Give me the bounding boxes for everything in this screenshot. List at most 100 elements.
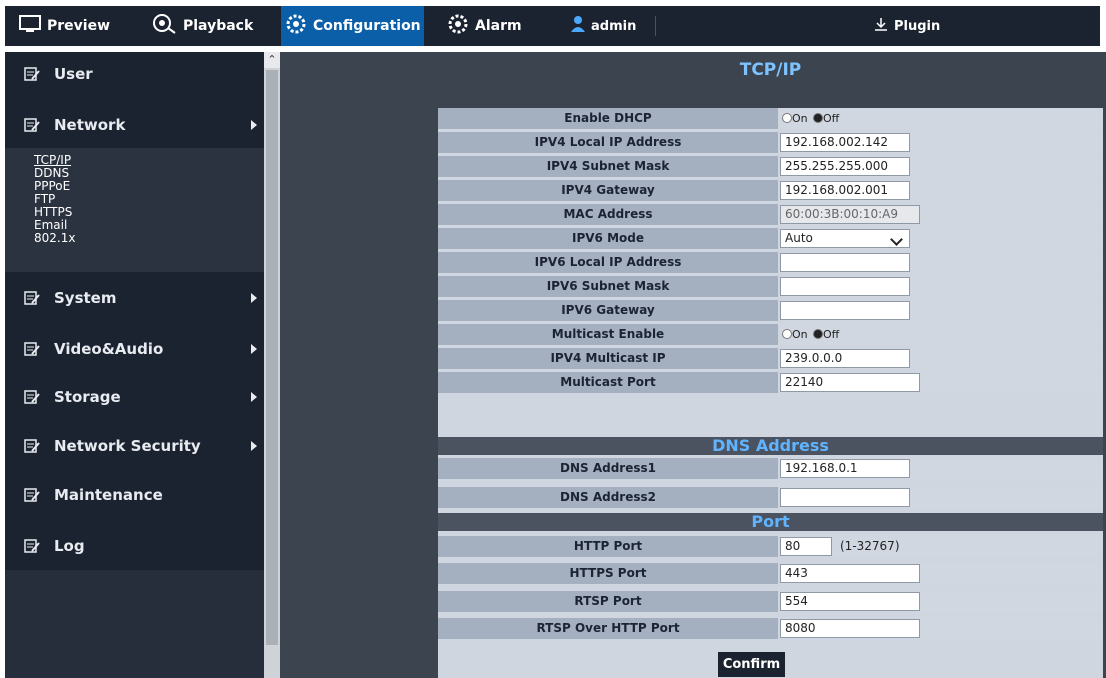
multicast-off-label: Off [823, 328, 840, 341]
row-rtsp-port: RTSP Port 554 [438, 591, 1103, 612]
submenu-ftp[interactable]: FTP [34, 193, 55, 205]
network-submenu: TCP/IP DDNS PPPoE FTP HTTPS Email 802.1x [5, 148, 264, 272]
submenu-ddns[interactable]: DDNS [34, 167, 69, 179]
download-icon [874, 17, 888, 35]
tab-alarm[interactable]: Alarm [447, 6, 547, 46]
edit-icon [24, 438, 40, 454]
ipv6-local-ip-label: IPV6 Local IP Address [438, 252, 778, 273]
sidebar-item-network-security[interactable]: Network Security [5, 431, 264, 461]
ipv6-mode-select[interactable]: Auto [780, 229, 910, 248]
multicast-on-label: On [792, 328, 808, 341]
ipv6-subnet-input[interactable] [780, 277, 910, 296]
dns1-input[interactable]: 192.168.0.1 [780, 459, 910, 478]
row-ipv6-mode: IPV6 Mode Auto [438, 228, 1103, 249]
dns2-label: DNS Address2 [438, 487, 778, 508]
ipv4-local-ip-value: 192.168.002.142 [780, 132, 1103, 153]
sidebar-item-videoaudio-label: Video&Audio [54, 340, 164, 358]
ipv4-local-ip-label: IPV4 Local IP Address [438, 132, 778, 153]
sidebar-item-system-label: System [54, 289, 117, 307]
dns-section-header: DNS Address [438, 437, 1103, 455]
nav-divider [655, 16, 656, 36]
row-ipv4-subnet: IPV4 Subnet Mask 255.255.255.000 [438, 156, 1103, 177]
submenu-https[interactable]: HTTPS [34, 206, 72, 218]
ipv6-local-ip-input[interactable] [780, 253, 910, 272]
port-section-header: Port [438, 513, 1103, 531]
chevron-right-icon [251, 441, 257, 451]
tcpip-form: Enable DHCP On Off IPV4 Local IP Address… [438, 108, 1103, 678]
submenu-tcpip[interactable]: TCP/IP [34, 154, 71, 166]
multicast-port-label: Multicast Port [438, 372, 778, 393]
https-port-input[interactable]: 443 [780, 564, 920, 583]
row-ipv6-subnet: IPV6 Subnet Mask [438, 276, 1103, 297]
sidebar-item-network[interactable]: Network [5, 110, 264, 140]
mac-address-label: MAC Address [438, 204, 778, 225]
sidebar-scrollbar[interactable]: ⌃ [264, 52, 280, 678]
sidebar-item-log[interactable]: Log [5, 531, 264, 561]
enable-dhcp-label: Enable DHCP [438, 108, 778, 129]
scroll-up-icon[interactable]: ⌃ [264, 52, 280, 68]
rtsp-http-port-value: 8080 [780, 618, 1103, 639]
row-ipv6-gateway: IPV6 Gateway [438, 300, 1103, 321]
sidebar-item-storage[interactable]: Storage [5, 382, 264, 412]
row-mac-address: MAC Address 60:00:3B:00:10:A9 [438, 204, 1103, 225]
rtsp-port-input[interactable]: 554 [780, 592, 920, 611]
https-port-label: HTTPS Port [438, 563, 778, 584]
row-https-port: HTTPS Port 443 [438, 563, 1103, 584]
row-enable-dhcp: Enable DHCP On Off [438, 108, 1103, 129]
submenu-email[interactable]: Email [34, 219, 67, 231]
row-dns1: DNS Address1 192.168.0.1 [438, 458, 1103, 479]
multicast-enable-value: On Off [780, 324, 1103, 345]
tab-playback-label: Playback [183, 18, 254, 34]
sidebar-item-maintenance[interactable]: Maintenance [5, 480, 264, 510]
ipv6-local-ip-value [780, 252, 1103, 273]
multicast-port-input[interactable]: 22140 [780, 373, 920, 392]
submenu-pppoe[interactable]: PPPoE [34, 180, 70, 192]
row-ipv4-local-ip: IPV4 Local IP Address 192.168.002.142 [438, 132, 1103, 153]
username-label: admin [591, 18, 637, 34]
rtsp-port-label: RTSP Port [438, 591, 778, 612]
rtsp-http-port-input[interactable]: 8080 [780, 619, 920, 638]
edit-icon [24, 117, 40, 133]
ipv6-mode-selected: Auto [785, 231, 813, 245]
dns2-input[interactable] [780, 488, 910, 507]
chevron-down-icon [890, 233, 903, 246]
ipv4-local-ip-input[interactable]: 192.168.002.142 [780, 133, 910, 152]
enable-dhcp-value: On Off [780, 108, 1103, 129]
confirm-button[interactable]: Confirm [718, 652, 785, 677]
plugin-download[interactable]: Plugin [874, 6, 964, 46]
ipv6-gateway-value [780, 300, 1103, 321]
sidebar-item-storage-label: Storage [54, 388, 121, 406]
dhcp-off-radio[interactable] [813, 113, 823, 123]
http-port-range-hint: (1-32767) [840, 539, 900, 553]
ipv6-gateway-input[interactable] [780, 301, 910, 320]
tab-configuration-label: Configuration [313, 18, 421, 34]
submenu-8021x[interactable]: 802.1x [34, 232, 75, 244]
sidebar-item-system[interactable]: System [5, 283, 264, 313]
row-ipv4-multicast-ip: IPV4 Multicast IP 239.0.0.0 [438, 348, 1103, 369]
ipv4-multicast-ip-input[interactable]: 239.0.0.0 [780, 349, 910, 368]
tab-configuration[interactable]: Configuration [281, 6, 424, 46]
gear-icon [285, 13, 307, 39]
plugin-label: Plugin [894, 18, 941, 34]
edit-icon [24, 389, 40, 405]
sidebar-item-videoaudio[interactable]: Video&Audio [5, 334, 264, 364]
scrollbar-thumb[interactable] [266, 70, 278, 645]
tab-playback[interactable]: Playback [153, 6, 281, 46]
multicast-enable-label: Multicast Enable [438, 324, 778, 345]
main-nav: Preview Playback Configuration Alarm adm… [5, 6, 1100, 46]
ipv6-mode-label: IPV6 Mode [438, 228, 778, 249]
multicast-off-radio[interactable] [813, 329, 823, 339]
multicast-on-radio[interactable] [782, 329, 792, 339]
tab-preview[interactable]: Preview [19, 6, 139, 46]
sidebar-item-user[interactable]: User [5, 59, 264, 89]
chevron-right-icon [251, 293, 257, 303]
dhcp-on-radio[interactable] [782, 113, 792, 123]
user-menu[interactable]: admin [571, 6, 651, 46]
http-port-input[interactable]: 80 [780, 537, 832, 556]
ipv4-subnet-input[interactable]: 255.255.255.000 [780, 157, 910, 176]
ipv6-mode-value: Auto [780, 228, 1103, 249]
row-multicast-enable: Multicast Enable On Off [438, 324, 1103, 345]
ipv4-multicast-ip-value: 239.0.0.0 [780, 348, 1103, 369]
ipv4-gateway-input[interactable]: 192.168.002.001 [780, 181, 910, 200]
chevron-right-icon [251, 120, 257, 130]
